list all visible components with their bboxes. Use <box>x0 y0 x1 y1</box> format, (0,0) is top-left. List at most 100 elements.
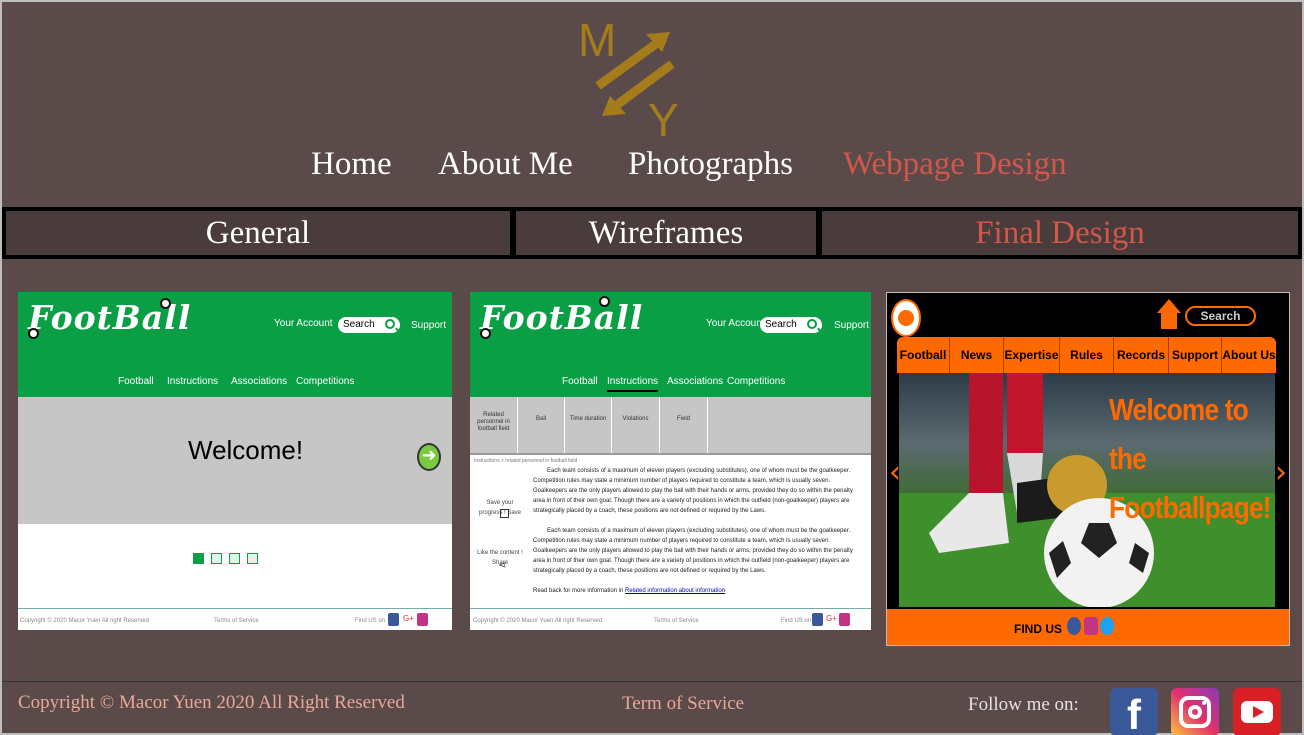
nav-rules[interactable]: Rules <box>1060 337 1114 373</box>
menu-associations[interactable]: Associations <box>667 376 723 387</box>
footer-copyright: Copyright © Macor Yuen 2020 All Right Re… <box>18 692 405 713</box>
fb-footer: Copyright © 2020 Macor Yuen All right Re… <box>470 608 871 630</box>
search-icon[interactable] <box>807 319 817 329</box>
share-icon[interactable]: ⋖ <box>498 560 506 571</box>
carousel-dot[interactable] <box>193 553 204 564</box>
nav-support[interactable]: Support <box>1169 337 1222 373</box>
search-input[interactable]: Search <box>1185 306 1256 326</box>
find-us-bar: FIND US <box>887 609 1289 645</box>
twitter-icon[interactable] <box>1100 617 1114 635</box>
search-icon[interactable] <box>385 319 395 329</box>
ball-icon <box>480 328 491 339</box>
footer-copyright: Copyright © 2020 Macor Yuen All right Re… <box>473 618 603 624</box>
hero-line-1: Welcome to <box>1109 392 1249 427</box>
menu-instructions[interactable]: Instructions <box>167 376 218 387</box>
facebook-icon[interactable] <box>388 613 399 626</box>
nav-expertise[interactable]: Expertise <box>1004 337 1060 373</box>
fb-header: FootBall Your Account Search Support Foo… <box>18 292 452 397</box>
menu-instructions[interactable]: Instructions <box>607 376 659 392</box>
facebook-icon[interactable] <box>812 613 823 626</box>
content-paragraph: Each team consists of a maximum of eleve… <box>533 528 853 574</box>
tab-wireframes[interactable]: Wireframes <box>512 207 820 259</box>
hero-image: Welcome to the Footballpage! <box>899 373 1275 607</box>
footer-find: Find US on <box>781 618 812 624</box>
facebook-icon[interactable]: f <box>1110 688 1158 735</box>
nav-home[interactable]: Home <box>311 146 392 183</box>
account-link[interactable]: Your Account <box>274 318 333 329</box>
tab-general[interactable]: General <box>2 207 514 259</box>
save-icon[interactable] <box>500 509 509 518</box>
google-plus-icon[interactable]: G+ <box>403 614 414 627</box>
youtube-icon[interactable] <box>1233 688 1281 735</box>
wireframe-general-card[interactable]: FootBall Your Account Search Support Foo… <box>18 292 452 630</box>
fb-header: FootBall Your Account Search Support Foo… <box>470 292 871 397</box>
site-logo[interactable]: M Y <box>576 14 686 146</box>
read-more: Read back for more information in Relate… <box>533 588 725 594</box>
footer-terms[interactable]: Terms of Service <box>214 618 259 624</box>
breadcrumb: Instructions > related personnel in foot… <box>474 458 578 464</box>
fb-brand-logo[interactable]: FootBall <box>480 298 643 337</box>
nav-news[interactable]: News <box>950 337 1004 373</box>
support-link[interactable]: Support <box>834 320 869 331</box>
chevron-right-icon[interactable]: › <box>1275 455 1287 490</box>
final-design-card[interactable]: Search Football News Expertise Rules Rec… <box>886 292 1290 646</box>
carousel-dot[interactable] <box>211 553 222 564</box>
account-link[interactable]: Your Account <box>706 318 765 329</box>
search-input[interactable]: Search <box>338 317 400 333</box>
menu-football[interactable]: Football <box>118 376 154 387</box>
topic-tab[interactable]: Time duration <box>565 397 612 453</box>
ball-icon <box>160 298 171 309</box>
nav-webpage-design[interactable]: Webpage Design <box>843 146 1067 183</box>
footer-copyright: Copyright © 2020 Macor Yuen All right Re… <box>20 618 150 624</box>
nav-about-us[interactable]: About Us <box>1222 337 1276 373</box>
instagram-icon[interactable] <box>417 613 428 626</box>
carousel-dot[interactable] <box>247 553 258 564</box>
ball-icon <box>599 296 610 307</box>
find-us-label: FIND US <box>1014 622 1062 636</box>
footer-follow-label: Follow me on: <box>968 694 1079 715</box>
hero-line-2: the Footballpage! <box>1109 441 1272 525</box>
facebook-icon[interactable] <box>1067 617 1081 635</box>
search-input[interactable]: Search <box>760 317 822 333</box>
menu-football[interactable]: Football <box>562 376 598 387</box>
welcome-banner: Welcome! ➜ <box>18 397 452 524</box>
ball-icon <box>28 328 39 339</box>
footer-divider <box>2 681 1302 682</box>
google-plus-icon[interactable]: G+ <box>826 614 837 627</box>
logo-letter-m: M <box>578 14 616 66</box>
chevron-left-icon[interactable]: ‹ <box>889 455 901 490</box>
logo-letter-y: Y <box>648 94 679 140</box>
support-link[interactable]: Support <box>411 320 446 331</box>
wireframe-instructions-card[interactable]: FootBall Your Account Search Support Foo… <box>470 292 871 630</box>
menu-competitions[interactable]: Competitions <box>296 376 354 387</box>
related-info-link[interactable]: Related information about information <box>625 588 725 594</box>
content-paragraph: Each team consists of a maximum of eleve… <box>533 468 853 514</box>
topic-tab-row: Related personnel in football field Ball… <box>470 397 871 455</box>
home-icon[interactable] <box>1157 299 1181 329</box>
footer-terms[interactable]: Terms of Service <box>654 618 699 624</box>
topic-tab[interactable]: Violations <box>612 397 660 453</box>
topic-tab[interactable]: Ball <box>518 397 565 453</box>
topic-tab[interactable]: Related personnel in football field <box>470 397 518 453</box>
fb-footer: Copyright © 2020 Macor Yuen All right Re… <box>18 608 452 630</box>
footer-terms-link[interactable]: Term of Service <box>622 693 744 715</box>
instagram-icon[interactable] <box>1171 688 1219 735</box>
instagram-icon[interactable] <box>839 613 850 626</box>
topic-tab[interactable]: Field <box>660 397 708 453</box>
welcome-text: Welcome! <box>188 435 304 465</box>
search-label: Search <box>343 319 375 330</box>
read-back-text: Read back for more information in <box>533 588 624 594</box>
carousel-dot[interactable] <box>229 553 240 564</box>
nav-about-me[interactable]: About Me <box>438 146 573 183</box>
nav-football[interactable]: Football <box>897 337 950 373</box>
menu-competitions[interactable]: Competitions <box>727 376 785 387</box>
nav-photographs[interactable]: Photographs <box>628 146 793 183</box>
hero-heading: Welcome to the Footballpage! <box>1109 385 1272 532</box>
nav-records[interactable]: Records <box>1114 337 1169 373</box>
tab-final-design[interactable]: Final Design <box>818 207 1302 259</box>
search-label: Search <box>765 319 797 330</box>
menu-associations[interactable]: Associations <box>231 376 287 387</box>
arrow-right-icon[interactable]: ➜ <box>417 443 441 471</box>
instagram-icon[interactable] <box>1084 617 1098 635</box>
site-ball-logo[interactable] <box>891 299 921 337</box>
